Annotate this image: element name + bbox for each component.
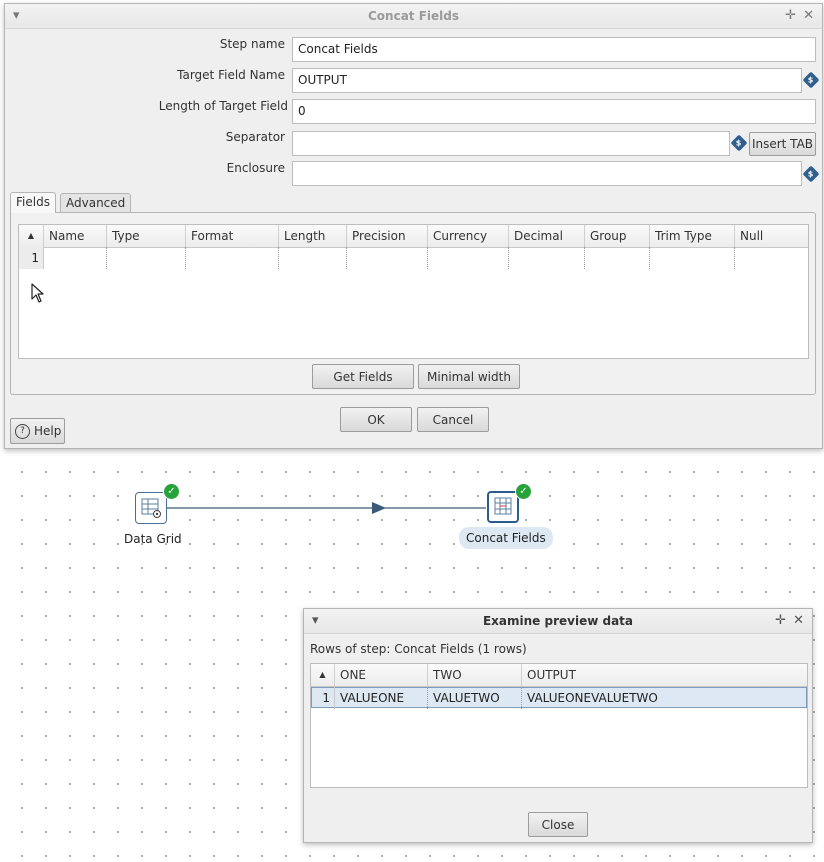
table-cell[interactable]: VALUEONEVALUETWO	[522, 687, 806, 709]
preview-grid-header: ▲ ONE TWO OUTPUT	[311, 664, 807, 687]
step-label-concat-fields: Concat Fields	[459, 527, 553, 549]
tab-fields[interactable]: Fields	[10, 192, 56, 213]
column-header-two[interactable]: TWO	[428, 664, 522, 686]
preview-titlebar[interactable]: ▾ Examine preview data ✛ ✕	[304, 609, 812, 634]
status-ok-icon: ✓	[163, 483, 180, 500]
row-number[interactable]: 1	[311, 687, 335, 709]
sort-icon[interactable]: ▲	[311, 664, 335, 686]
preview-title: Examine preview data	[482, 614, 634, 628]
close-icon[interactable]: ✕	[793, 609, 804, 633]
table-cell[interactable]: VALUETWO	[428, 687, 522, 709]
table-cell[interactable]: VALUEONE	[335, 687, 428, 709]
rows-info-text: Rows of step: Concat Fields (1 rows)	[310, 642, 527, 656]
hop-arrow-icon	[372, 502, 386, 514]
column-header-one[interactable]: ONE	[335, 664, 428, 686]
concat-fields-icon	[494, 497, 512, 515]
pin-icon[interactable]: ✛	[775, 609, 786, 633]
step-concat-fields[interactable]	[487, 491, 519, 523]
data-grid-icon	[141, 498, 161, 518]
column-header-output[interactable]: OUTPUT	[522, 664, 807, 686]
examine-preview-window: ▾ Examine preview data ✛ ✕ Rows of step:…	[303, 608, 813, 843]
close-button[interactable]: Close	[528, 812, 588, 837]
step-data-grid[interactable]	[135, 492, 167, 524]
preview-grid[interactable]: ▲ ONE TWO OUTPUT 1 VALUEONE VALUETWO VAL…	[310, 663, 808, 788]
step-label-data-grid: Data Grid	[124, 532, 182, 546]
status-ok-icon: ✓	[515, 483, 532, 500]
